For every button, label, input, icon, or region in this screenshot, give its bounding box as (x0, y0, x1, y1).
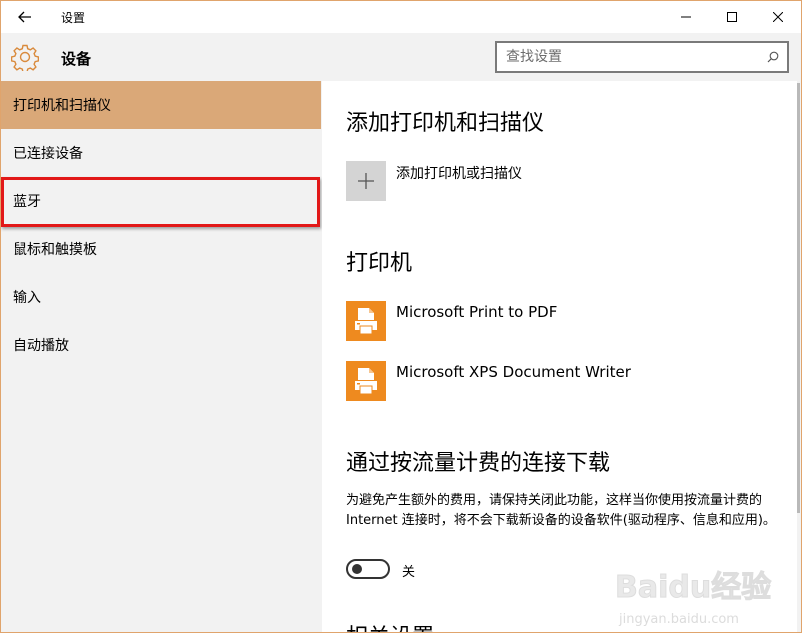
printer-name[interactable]: Microsoft XPS Document Writer (396, 363, 631, 381)
main-content: 添加打印机和扫描仪 添加打印机或扫描仪 打印机 Microsoft Print … (322, 81, 801, 632)
printer-icon (355, 308, 377, 335)
printers-section-title: 打印机 (346, 251, 413, 276)
back-button[interactable] (9, 4, 41, 30)
scrollbar[interactable] (797, 81, 801, 632)
section-title: 设备 (61, 50, 92, 68)
scroll-thumb[interactable] (797, 83, 800, 513)
gear-icon (11, 44, 39, 71)
sidebar: 打印机和扫描仪 已连接设备 蓝牙 鼠标和触摸板 输入 自动播放 (1, 81, 321, 632)
back-arrow-icon (18, 11, 31, 23)
sidebar-item-connected-devices[interactable]: 已连接设备 (1, 129, 321, 177)
sidebar-item-typing[interactable]: 输入 (1, 273, 321, 321)
maximize-icon (727, 12, 737, 22)
plus-icon (358, 173, 374, 189)
metered-section-title: 通过按流量计费的连接下载 (346, 451, 611, 476)
add-printer-label[interactable]: 添加打印机或扫描仪 (396, 163, 522, 183)
close-icon (773, 12, 783, 22)
sidebar-item-bluetooth[interactable]: 蓝牙 (1, 177, 321, 225)
close-button[interactable] (755, 1, 801, 33)
printer-icon (355, 368, 377, 395)
sidebar-item-label: 蓝牙 (13, 194, 41, 210)
toggle-knob (352, 564, 362, 574)
sidebar-item-label: 已连接设备 (13, 146, 83, 162)
sidebar-item-label: 自动播放 (13, 338, 69, 354)
metered-download-toggle[interactable] (346, 559, 390, 579)
settings-header: 设备 (1, 33, 801, 81)
add-section-title: 添加打印机和扫描仪 (346, 111, 545, 136)
printer-tile[interactable] (346, 301, 386, 341)
related-settings-title: 相关设置 (346, 619, 434, 632)
search-box[interactable] (495, 41, 789, 73)
add-printer-button[interactable] (346, 161, 386, 201)
sidebar-item-label: 打印机和扫描仪 (13, 98, 111, 114)
metered-description: 为避免产生额外的费用，请保持关闭此功能，这样当你使用按流量计费的 Interne… (346, 493, 776, 528)
printer-name[interactable]: Microsoft Print to PDF (396, 303, 557, 321)
search-input[interactable] (497, 43, 759, 71)
window-title: 设置 (61, 11, 86, 25)
sidebar-item-mouse-touchpad[interactable]: 鼠标和触摸板 (1, 225, 321, 273)
minimize-icon (681, 16, 691, 18)
sidebar-item-label: 输入 (13, 290, 41, 306)
sidebar-item-label: 鼠标和触摸板 (13, 242, 97, 258)
search-icon[interactable] (759, 43, 787, 71)
sidebar-item-autoplay[interactable]: 自动播放 (1, 321, 321, 369)
sidebar-item-printers-scanners[interactable]: 打印机和扫描仪 (1, 81, 321, 129)
title-bar: 设置 (1, 1, 801, 33)
printer-tile[interactable] (346, 361, 386, 401)
settings-window: 设置 设备 打印机和扫描仪 已连 (0, 0, 802, 633)
maximize-button[interactable] (709, 1, 755, 33)
toggle-state-label: 关 (402, 565, 416, 580)
minimize-button[interactable] (663, 1, 709, 33)
